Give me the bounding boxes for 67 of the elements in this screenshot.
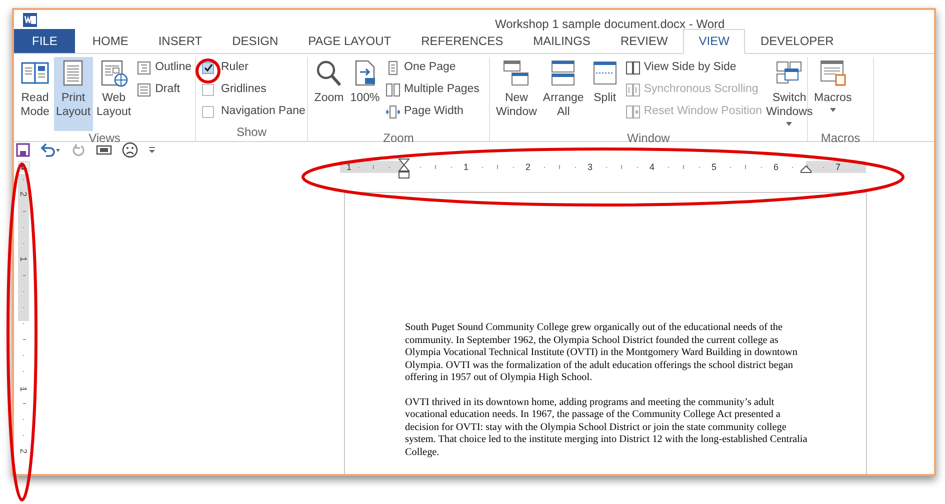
- group-label: Zoom: [382, 130, 415, 145]
- outline-icon: [137, 60, 152, 75]
- ribbon-button[interactable]: Zoom: [312, 56, 346, 131]
- search-icon: [314, 58, 344, 89]
- group-label: Window: [626, 130, 671, 145]
- ribbon-tab[interactable]: VIEW: [682, 28, 746, 54]
- word-logo-icon: [22, 12, 38, 28]
- ribbon-tab[interactable]: DESIGN: [217, 28, 294, 53]
- ribbon-tab[interactable]: FILE: [14, 28, 76, 53]
- paragraph: South Puget Sound Community College grew organically out of the educational needs of the community. In September 1962, the Olympia School District founded the current college as Olympia Vocational Technical Institute (OVTI) in the Montgomery Ward Building in downtown Olympia. OVTI was the formalization of the adult education offerings the school district began offering in 1957 out of Olympia High School.: [405, 322, 798, 384]
- checkbox-box[interactable]: [202, 106, 214, 118]
- tab-stop-icon: [21, 164, 27, 170]
- web-page-icon: [98, 58, 129, 89]
- ribbon-button[interactable]: Split: [588, 56, 622, 131]
- ribbon-button[interactable]: Macros: [812, 56, 854, 131]
- two-pages-icon: [386, 82, 400, 97]
- checkbox-box[interactable]: [202, 84, 214, 96]
- ribbon-button[interactable]: Multiple Pages: [386, 80, 480, 99]
- ruler-number: 3: [586, 160, 594, 173]
- ruler-number: 7: [834, 160, 842, 173]
- checkbox-label[interactable]: Navigation Pane: [221, 102, 306, 120]
- ribbon-button[interactable]: New Window: [494, 56, 539, 131]
- save-icon[interactable]: [16, 143, 30, 158]
- sad-face-icon[interactable]: [122, 142, 138, 158]
- checkbox-box[interactable]: [202, 62, 214, 74]
- single-page-icon: [386, 60, 400, 75]
- group-label: Show: [235, 124, 268, 141]
- fit-width-icon[interactable]: [96, 143, 112, 158]
- ribbon-button[interactable]: Outline: [137, 58, 192, 77]
- ribbon-tab[interactable]: DEVELOPER: [745, 28, 849, 53]
- indent-marker-icon[interactable]: [398, 158, 410, 179]
- scroll-sync-icon: [626, 82, 640, 97]
- ruler-number: 4: [648, 160, 656, 173]
- paragraph: OVTI thrived in its downtown home, adding programs and meeting the community’s adult vocational education needs. In 1967, the passage of the Community College Act presented a decision for OVTI: stay with the Olympia School District or join the state community college system. That choice led to the institute merging into District 12 with the long-established Centralia College.: [405, 396, 808, 459]
- ribbon-button[interactable]: Switch Windows: [764, 56, 815, 131]
- ribbon-button[interactable]: Web Layout: [94, 56, 134, 131]
- group-label: Macros: [820, 130, 862, 145]
- ribbon-tab[interactable]: PAGE LAYOUT: [293, 28, 406, 53]
- annotation-circle: [196, 58, 220, 84]
- ribbon-tab[interactable]: HOME: [77, 28, 144, 53]
- ribbon-tab[interactable]: INSERT: [143, 28, 218, 53]
- ruler-number: 2: [524, 160, 532, 173]
- ribbon-button[interactable]: 100%: [348, 56, 382, 131]
- ribbon-button[interactable]: Page Width: [386, 102, 480, 121]
- reset-windows-icon: [626, 104, 640, 119]
- checkmark-icon: [204, 63, 212, 72]
- right-indent-marker-icon[interactable]: [800, 164, 812, 173]
- customize-caret-icon[interactable]: [148, 145, 156, 156]
- checkbox-label[interactable]: Ruler: [221, 58, 248, 76]
- ruler-number: 6: [772, 160, 780, 173]
- ruler-number: 1: [345, 160, 352, 173]
- side-by-side-icon: [626, 60, 640, 75]
- page-width-icon: [386, 104, 400, 119]
- ruler-number: 5: [710, 160, 718, 173]
- undo-icon[interactable]: [40, 143, 62, 158]
- ribbon-button[interactable]: View Side by Side: [626, 58, 762, 77]
- lines-page-icon: [137, 82, 152, 97]
- ruler-number: 2: [18, 190, 28, 198]
- ribbon-button[interactable]: Arrange All: [540, 56, 586, 131]
- ribbon-button[interactable]: Read Mode: [18, 56, 52, 131]
- checkbox-label[interactable]: Gridlines: [221, 80, 266, 98]
- ribbon-button[interactable]: One Page: [386, 58, 480, 77]
- group-label: Views: [88, 130, 122, 145]
- ribbon-button[interactable]: Print Layout: [54, 56, 93, 131]
- ribbon-button[interactable]: Draft: [137, 80, 192, 99]
- ruler-number: 1: [462, 160, 470, 173]
- ruler-number: 1: [18, 385, 28, 394]
